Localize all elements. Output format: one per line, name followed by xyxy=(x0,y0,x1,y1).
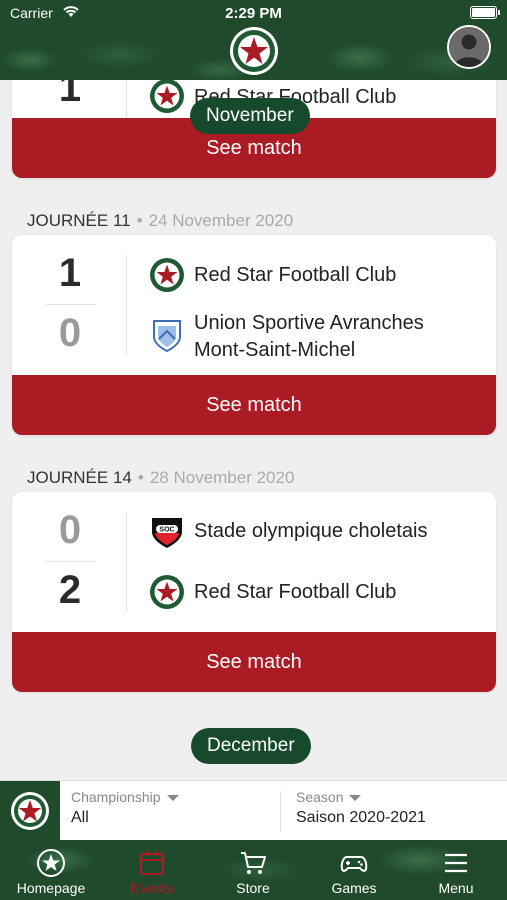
tab-label: Homepage xyxy=(16,880,86,896)
tab-games[interactable]: Games xyxy=(304,840,404,900)
home-score: 1 xyxy=(58,251,82,295)
user-icon xyxy=(449,27,489,67)
avranches-icon xyxy=(153,320,181,353)
battery-icon xyxy=(470,6,500,19)
matchday-header: JOURNÉE 14 • 28 November 2020 xyxy=(27,468,294,488)
tab-label: Store xyxy=(236,880,270,896)
score-divider xyxy=(126,512,127,612)
red-star-icon xyxy=(150,575,184,609)
score-divider xyxy=(126,80,127,118)
tab-events[interactable]: Events xyxy=(102,840,202,900)
chevron-down-icon xyxy=(349,795,362,802)
tab-label: Events xyxy=(130,880,174,896)
hamburger-icon xyxy=(445,853,467,873)
tab-label: Games xyxy=(331,880,377,896)
away-score: 0 xyxy=(58,311,82,355)
away-score: 2 xyxy=(58,568,82,612)
red-star-icon xyxy=(150,258,184,292)
home-team-name: Red Star Football Club xyxy=(194,264,397,286)
matchday-label: JOURNÉE 11 xyxy=(27,211,131,230)
filter-club-logo xyxy=(0,781,60,841)
calendar-icon xyxy=(140,851,164,875)
red-star-icon xyxy=(11,792,49,830)
score-separator xyxy=(46,304,96,305)
club-logo-icon[interactable] xyxy=(229,26,279,76)
soc-icon: SOC xyxy=(152,518,182,548)
status-bar: Carrier 2:29 PM xyxy=(0,0,507,26)
month-header-november: November xyxy=(190,98,310,134)
see-match-button[interactable]: See match xyxy=(12,632,496,692)
score-separator xyxy=(46,561,96,562)
matchday-label: JOURNÉE 14 xyxy=(27,468,132,487)
gamepad-icon xyxy=(340,856,368,872)
match-date: 24 November 2020 xyxy=(148,211,294,230)
app-header: Carrier 2:29 PM xyxy=(0,0,507,80)
championship-filter[interactable]: Championship All xyxy=(71,789,179,827)
season-value: Saison 2020-2021 xyxy=(296,809,426,826)
separator-dot: • xyxy=(136,211,143,230)
home-score: 1 xyxy=(58,80,82,110)
svg-text:SOC: SOC xyxy=(159,527,174,534)
see-match-button[interactable]: See match xyxy=(12,375,496,435)
championship-label: Championship xyxy=(71,789,161,805)
score-divider xyxy=(126,255,127,355)
tab-store[interactable]: Store xyxy=(203,840,303,900)
match-card: 1 0 Red Star Football Club Union Sportiv… xyxy=(12,235,496,435)
away-team-name: Red Star Football Club xyxy=(194,581,397,603)
away-team-name-line1: Union Sportive Avranches xyxy=(194,312,424,334)
match-list[interactable]: 1 Red Star Football Club See match Novem… xyxy=(0,80,507,780)
tab-label: Menu xyxy=(438,880,474,896)
championship-value: All xyxy=(71,809,89,826)
matchday-header: JOURNÉE 11 • 24 November 2020 xyxy=(27,211,293,231)
tab-menu[interactable]: Menu xyxy=(406,840,506,900)
month-header-december: December xyxy=(191,728,311,764)
home-star-icon xyxy=(37,849,65,877)
red-star-icon xyxy=(150,80,184,113)
away-team-name-line2: Mont-Saint-Michel xyxy=(194,339,356,361)
home-score: 0 xyxy=(58,508,82,552)
filter-bar: Championship All Season Saison 2020-2021 xyxy=(0,780,507,841)
season-filter[interactable]: Season Saison 2020-2021 xyxy=(296,789,426,827)
match-date: 28 November 2020 xyxy=(149,468,295,487)
chevron-down-icon xyxy=(166,795,179,802)
tab-homepage[interactable]: Homepage xyxy=(1,840,101,900)
user-avatar[interactable] xyxy=(447,25,491,69)
home-team-name: Stade olympique choletais xyxy=(194,520,428,542)
tab-bar: Homepage Events Store Games Menu xyxy=(0,840,507,900)
match-card: 0 2 SOC Stade olympique choletais Red St… xyxy=(12,492,496,692)
filter-divider xyxy=(280,791,281,831)
separator-dot: • xyxy=(137,468,144,487)
away-team-name: Union Sportive Avranches Mont-Saint-Mich… xyxy=(194,310,424,364)
season-label: Season xyxy=(296,789,344,805)
clock: 2:29 PM xyxy=(225,5,282,22)
cart-icon xyxy=(241,852,266,874)
